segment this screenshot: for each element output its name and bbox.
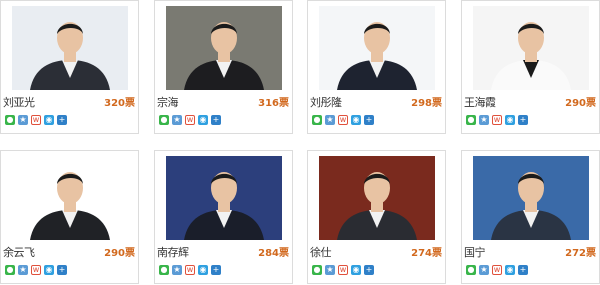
- qzone-icon[interactable]: ★: [18, 115, 28, 125]
- person-name[interactable]: 南存辉: [157, 244, 189, 260]
- weibo-icon[interactable]: w: [185, 115, 195, 125]
- wechat-icon[interactable]: ●: [159, 115, 169, 125]
- more-share-icon[interactable]: +: [518, 115, 528, 125]
- vote-count: 274票: [411, 248, 442, 259]
- wechat-icon[interactable]: ●: [159, 265, 169, 275]
- weibo-icon[interactable]: w: [338, 115, 348, 125]
- weibo-icon[interactable]: w: [185, 265, 195, 275]
- share-icons: ● ★ w ◉ +: [312, 115, 374, 126]
- person-photo[interactable]: [166, 6, 282, 90]
- qzone-icon[interactable]: ★: [172, 115, 182, 125]
- qzone-icon[interactable]: ★: [172, 265, 182, 275]
- person-card[interactable]: 刘彤隆 298票 ● ★ w ◉ +: [307, 0, 446, 134]
- tencent-weibo-icon[interactable]: ◉: [351, 115, 361, 125]
- person-name[interactable]: 余云飞: [3, 244, 35, 260]
- person-name[interactable]: 刘彤隆: [310, 94, 342, 110]
- person-name[interactable]: 刘亚光: [3, 94, 35, 110]
- share-icons: ● ★ w ◉ +: [159, 115, 221, 126]
- more-share-icon[interactable]: +: [57, 115, 67, 125]
- vote-count: 284票: [258, 248, 289, 259]
- weibo-icon[interactable]: w: [492, 265, 502, 275]
- tencent-weibo-icon[interactable]: ◉: [198, 265, 208, 275]
- qzone-icon[interactable]: ★: [325, 115, 335, 125]
- wechat-icon[interactable]: ●: [312, 265, 322, 275]
- vote-count: 320票: [104, 98, 135, 109]
- person-card[interactable]: 徐仕 274票 ● ★ w ◉ +: [307, 150, 446, 284]
- wechat-icon[interactable]: ●: [5, 265, 15, 275]
- more-share-icon[interactable]: +: [364, 265, 374, 275]
- person-photo[interactable]: [12, 156, 128, 240]
- more-share-icon[interactable]: +: [364, 115, 374, 125]
- person-card[interactable]: 南存辉 284票 ● ★ w ◉ +: [154, 150, 293, 284]
- tencent-weibo-icon[interactable]: ◉: [198, 115, 208, 125]
- person-photo[interactable]: [319, 156, 435, 240]
- person-card[interactable]: 余云飞 290票 ● ★ w ◉ +: [0, 150, 139, 284]
- share-icons: ● ★ w ◉ +: [466, 115, 528, 126]
- wechat-icon[interactable]: ●: [466, 115, 476, 125]
- tencent-weibo-icon[interactable]: ◉: [505, 265, 515, 275]
- more-share-icon[interactable]: +: [518, 265, 528, 275]
- person-card[interactable]: 王海霞 290票 ● ★ w ◉ +: [461, 0, 600, 134]
- vote-count: 316票: [258, 98, 289, 109]
- vote-count: 272票: [565, 248, 596, 259]
- person-photo[interactable]: [12, 6, 128, 90]
- tencent-weibo-icon[interactable]: ◉: [351, 265, 361, 275]
- qzone-icon[interactable]: ★: [479, 115, 489, 125]
- person-name[interactable]: 徐仕: [310, 244, 332, 260]
- person-card[interactable]: 国宁 272票 ● ★ w ◉ +: [461, 150, 600, 284]
- person-photo[interactable]: [473, 156, 589, 240]
- wechat-icon[interactable]: ●: [466, 265, 476, 275]
- qzone-icon[interactable]: ★: [325, 265, 335, 275]
- weibo-icon[interactable]: w: [31, 115, 41, 125]
- tencent-weibo-icon[interactable]: ◉: [44, 265, 54, 275]
- person-photo[interactable]: [166, 156, 282, 240]
- wechat-icon[interactable]: ●: [312, 115, 322, 125]
- person-card[interactable]: 刘亚光 320票 ● ★ w ◉ +: [0, 0, 139, 134]
- weibo-icon[interactable]: w: [338, 265, 348, 275]
- tencent-weibo-icon[interactable]: ◉: [505, 115, 515, 125]
- qzone-icon[interactable]: ★: [18, 265, 28, 275]
- more-share-icon[interactable]: +: [211, 115, 221, 125]
- more-share-icon[interactable]: +: [211, 265, 221, 275]
- wechat-icon[interactable]: ●: [5, 115, 15, 125]
- person-photo[interactable]: [319, 6, 435, 90]
- share-icons: ● ★ w ◉ +: [159, 265, 221, 276]
- share-icons: ● ★ w ◉ +: [466, 265, 528, 276]
- share-icons: ● ★ w ◉ +: [312, 265, 374, 276]
- person-name[interactable]: 王海霞: [464, 94, 496, 110]
- weibo-icon[interactable]: w: [31, 265, 41, 275]
- person-card[interactable]: 宗海 316票 ● ★ w ◉ +: [154, 0, 293, 134]
- qzone-icon[interactable]: ★: [479, 265, 489, 275]
- person-name[interactable]: 国宁: [464, 244, 486, 260]
- tencent-weibo-icon[interactable]: ◉: [44, 115, 54, 125]
- share-icons: ● ★ w ◉ +: [5, 115, 67, 126]
- weibo-icon[interactable]: w: [492, 115, 502, 125]
- person-photo[interactable]: [473, 6, 589, 90]
- vote-count: 290票: [565, 98, 596, 109]
- person-name[interactable]: 宗海: [157, 94, 179, 110]
- more-share-icon[interactable]: +: [57, 265, 67, 275]
- share-icons: ● ★ w ◉ +: [5, 265, 67, 276]
- vote-count: 298票: [411, 98, 442, 109]
- vote-count: 290票: [104, 248, 135, 259]
